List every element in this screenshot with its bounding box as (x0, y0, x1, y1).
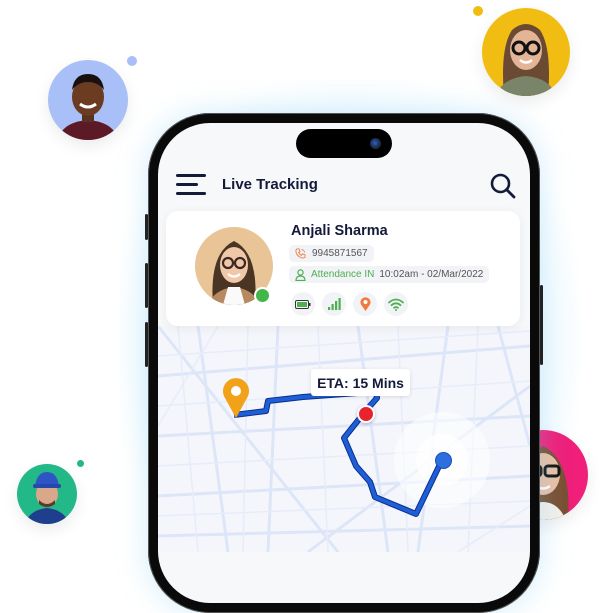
destination-marker[interactable] (435, 452, 452, 469)
phone-side-button (145, 214, 148, 240)
map-streets (158, 326, 530, 552)
battery-icon (295, 299, 311, 309)
phone-number-pill[interactable]: 9945871567 (289, 245, 374, 262)
menu-icon[interactable] (176, 174, 206, 196)
attendance-pill: Attendance IN 10:02am - 02/Mar/2022 (289, 266, 490, 283)
wifi-status (384, 292, 408, 316)
location-status (353, 292, 377, 316)
wifi-icon (388, 298, 404, 311)
location-icon (360, 297, 370, 311)
avatar-man-green (17, 464, 77, 524)
start-pin-icon[interactable] (222, 378, 250, 418)
decor-dot-green (77, 460, 84, 467)
map-view[interactable] (158, 326, 530, 552)
signal-icon (327, 298, 341, 310)
current-location-marker[interactable] (357, 405, 375, 423)
phone-number: 9945871567 (312, 248, 368, 259)
user-icon (295, 268, 306, 281)
avatar-woman-yellow (482, 8, 570, 96)
signal-status (322, 292, 346, 316)
camera-icon (370, 138, 381, 149)
attendance-label: Attendance IN (311, 269, 375, 280)
person-illustration-icon (58, 74, 118, 140)
decor-dot-yellow (473, 6, 483, 16)
page-title: Live Tracking (222, 176, 318, 193)
person-illustration-icon (25, 472, 69, 524)
phone-side-button (145, 263, 148, 308)
online-status-dot (254, 287, 271, 304)
decor-dot-blue (127, 56, 137, 66)
phone-side-button (540, 285, 543, 365)
phone-side-button (145, 322, 148, 367)
search-icon[interactable] (489, 172, 517, 200)
employee-name: Anjali Sharma (291, 223, 388, 239)
person-illustration-icon (496, 24, 556, 96)
battery-status (291, 292, 315, 316)
eta-label: ETA: 15 Mins (311, 369, 410, 396)
phone-icon (295, 248, 306, 259)
attendance-time: 10:02am - 02/Mar/2022 (379, 269, 484, 280)
avatar-man-blue (48, 60, 128, 140)
